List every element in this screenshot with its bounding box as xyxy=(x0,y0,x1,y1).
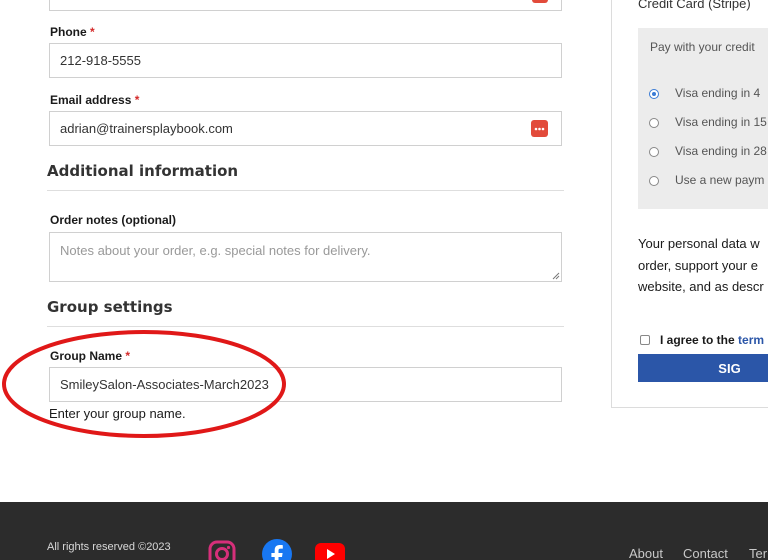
payment-intro: Pay with your credit xyxy=(650,40,755,54)
payment-method-title: Credit Card (Stripe) xyxy=(638,0,751,11)
saved-card-label-1: Visa ending in 4 xyxy=(675,86,761,100)
saved-card-radio-2[interactable] xyxy=(649,118,659,128)
annotation-ellipse xyxy=(2,330,286,438)
order-notes-textarea[interactable]: Notes about your order, e.g. special not… xyxy=(49,232,562,282)
payment-panel-bottom-border xyxy=(611,407,768,408)
additional-info-heading: Additional information xyxy=(47,162,239,180)
youtube-icon[interactable] xyxy=(315,543,345,560)
terms-label: I agree to the term xyxy=(660,333,765,347)
phone-input[interactable]: 212-918-5555 xyxy=(49,43,562,78)
privacy-line-3: website, and as descr xyxy=(638,279,764,294)
copyright-text: All rights reserved ©2023 xyxy=(47,541,171,553)
instagram-icon[interactable] xyxy=(208,540,236,560)
password-manager-icon[interactable] xyxy=(532,0,548,3)
order-notes-label: Order notes (optional) xyxy=(50,213,176,227)
payment-panel-border xyxy=(611,0,612,408)
phone-label: Phone * xyxy=(50,25,95,39)
saved-card-label-2: Visa ending in 15 xyxy=(675,115,767,129)
resize-handle-icon[interactable] xyxy=(552,272,560,280)
section-divider xyxy=(47,326,564,327)
group-settings-heading: Group settings xyxy=(47,298,173,316)
terms-checkbox[interactable] xyxy=(640,335,650,345)
email-label: Email address * xyxy=(50,93,140,107)
new-payment-radio[interactable] xyxy=(649,176,659,186)
saved-card-label-3: Visa ending in 28 xyxy=(675,144,767,158)
password-manager-icon[interactable] xyxy=(531,120,548,137)
saved-card-radio-1[interactable] xyxy=(649,89,659,99)
submit-button-label: SIG xyxy=(718,360,741,376)
facebook-icon[interactable] xyxy=(262,539,292,560)
saved-card-radio-3[interactable] xyxy=(649,147,659,157)
terms-link[interactable]: term xyxy=(738,333,764,347)
address-input-partial[interactable] xyxy=(49,0,562,11)
email-input[interactable]: adrian@trainersplaybook.com xyxy=(49,111,562,146)
footer-link-contact[interactable]: Contact xyxy=(683,546,728,560)
footer-link-about[interactable]: About xyxy=(629,546,663,560)
email-value: adrian@trainersplaybook.com xyxy=(60,121,233,136)
privacy-line-1: Your personal data w xyxy=(638,236,760,251)
new-payment-label: Use a new paym xyxy=(675,173,765,187)
submit-button[interactable]: SIG xyxy=(638,354,768,382)
privacy-line-2: order, support your e xyxy=(638,258,758,273)
footer-link-terms[interactable]: Ter xyxy=(749,546,767,560)
order-notes-placeholder: Notes about your order, e.g. special not… xyxy=(60,243,371,258)
section-divider xyxy=(47,190,564,191)
phone-value: 212-918-5555 xyxy=(60,53,141,68)
